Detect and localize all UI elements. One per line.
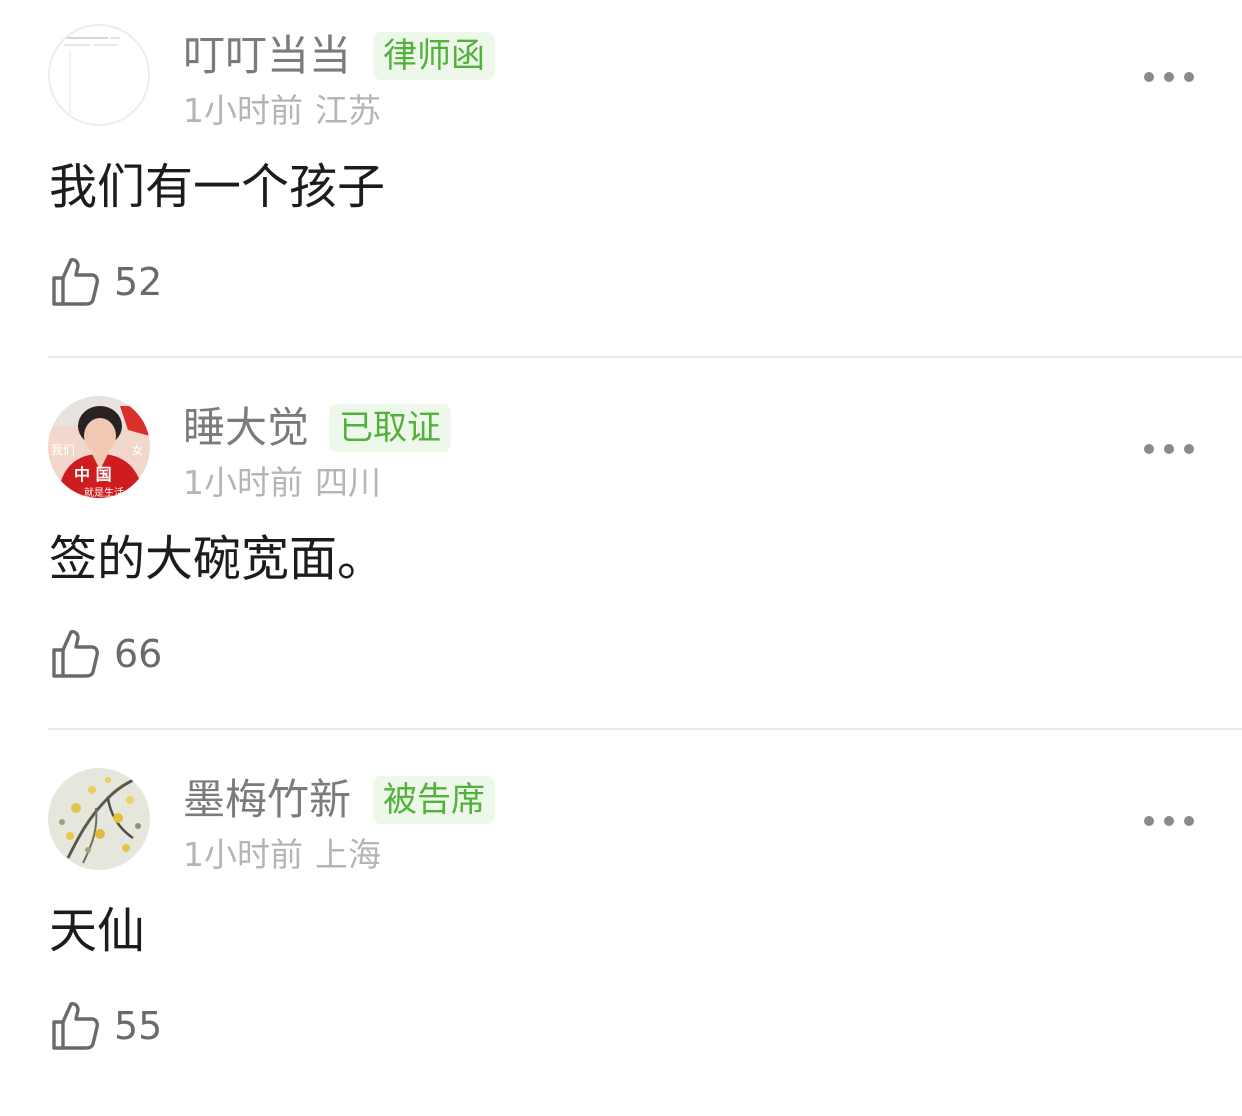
divider	[48, 728, 1242, 730]
more-options-button[interactable]	[1144, 62, 1194, 92]
username[interactable]: 叮叮当当	[183, 30, 351, 82]
avatar[interactable]	[48, 24, 150, 126]
dot-icon	[1184, 72, 1194, 82]
svg-text:女: 女	[132, 443, 143, 457]
dot-icon	[1184, 816, 1194, 826]
comment-item: 叮叮当当 律师函 1小时前 江苏 我们有一个孩子 52	[0, 0, 1242, 372]
dot-icon	[1144, 444, 1154, 454]
dot-icon	[1164, 816, 1174, 826]
comment-location: 江苏	[315, 91, 381, 130]
like-count: 55	[114, 1004, 163, 1048]
dot-icon	[1144, 72, 1154, 82]
comment-time: 1小时前	[183, 463, 303, 502]
username[interactable]: 睡大觉	[183, 402, 309, 454]
username[interactable]: 墨梅竹新	[183, 774, 351, 826]
document-thumbnail-icon	[50, 26, 148, 124]
comment-item: 墨梅竹新 被告席 1小时前 上海 天仙 55	[0, 744, 1242, 1116]
person-photo-icon: 我们 女 中 国 就是生活	[48, 396, 150, 498]
flower-painting-icon	[48, 768, 150, 870]
thumbs-up-icon	[52, 258, 99, 306]
comment-text: 天仙	[49, 903, 146, 959]
comment-meta: 1小时前 上海	[183, 834, 381, 876]
dot-icon	[1164, 444, 1174, 454]
user-badge: 被告席	[373, 776, 495, 824]
comment-text: 我们有一个孩子	[49, 159, 386, 215]
comment-time: 1小时前	[183, 835, 303, 874]
more-options-button[interactable]	[1144, 806, 1194, 836]
comment-text: 签的大碗宽面。	[49, 531, 386, 587]
like-button[interactable]: 55	[50, 998, 162, 1054]
like-button[interactable]: 66	[50, 626, 162, 682]
dot-icon	[1144, 816, 1154, 826]
comment-meta: 1小时前 四川	[183, 462, 381, 504]
comment-location: 四川	[315, 463, 381, 502]
like-count: 66	[114, 632, 163, 676]
comment-location: 上海	[315, 835, 381, 874]
svg-text:就是生活: 就是生活	[84, 486, 124, 498]
thumbs-up-icon	[52, 630, 99, 678]
dot-icon	[1184, 444, 1194, 454]
divider	[48, 356, 1242, 358]
comment-item: 我们 女 中 国 就是生活 睡大觉 已取证 1小时前 四川 签的大碗宽面。 66	[0, 372, 1242, 744]
avatar[interactable]	[48, 768, 150, 870]
like-button[interactable]: 52	[50, 254, 162, 310]
comment-meta: 1小时前 江苏	[183, 90, 381, 132]
more-options-button[interactable]	[1144, 434, 1194, 464]
dot-icon	[1164, 72, 1174, 82]
user-badge: 已取证	[329, 404, 451, 452]
user-badge: 律师函	[373, 32, 495, 80]
comment-time: 1小时前	[183, 91, 303, 130]
svg-text:我们: 我们	[51, 442, 75, 457]
like-count: 52	[114, 260, 163, 304]
svg-text:中 国: 中 国	[74, 465, 112, 484]
thumbs-up-icon	[52, 1002, 99, 1050]
avatar[interactable]: 我们 女 中 国 就是生活	[48, 396, 150, 498]
